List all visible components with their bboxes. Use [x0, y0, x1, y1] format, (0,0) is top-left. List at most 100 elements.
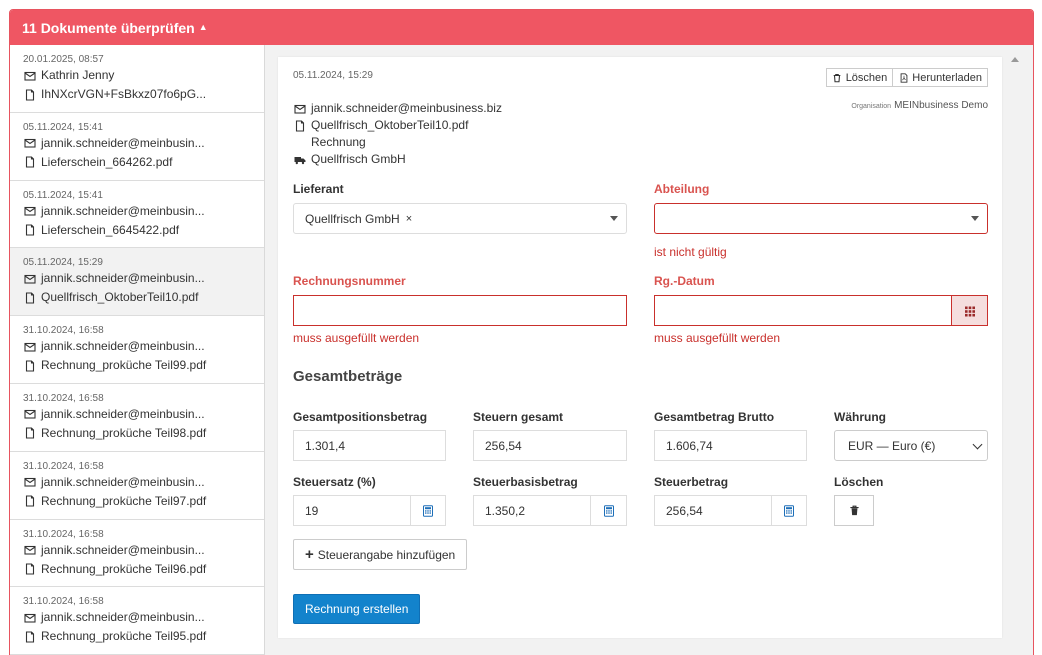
document-sender: jannik.schneider@meinbusin...: [23, 608, 263, 627]
document-date: 31.10.2024, 16:58: [23, 460, 104, 472]
document-detail-card: 05.11.2024, 15:29 Löschen Herunterladen …: [278, 57, 1002, 638]
document-date: 31.10.2024, 16:58: [23, 325, 104, 337]
scroll-up-icon[interactable]: [1011, 57, 1019, 62]
organisation-name: MEINbusiness Demo: [894, 100, 988, 111]
document-date: 05.11.2024, 15:29: [23, 257, 103, 269]
supplier-value: Quellfrisch GmbH: [305, 211, 400, 226]
tax-rate-input[interactable]: 19: [293, 495, 411, 526]
clear-supplier-icon[interactable]: ×: [406, 213, 412, 225]
truck-icon: [293, 153, 307, 167]
tax-total-label: Steuern gesamt: [473, 410, 564, 424]
invoice-date-label: Rg.-Datum: [654, 274, 715, 288]
invoice-date-input[interactable]: [654, 295, 952, 326]
invoice-number-label: Rechnungsnummer: [293, 274, 406, 288]
envelope-icon: [23, 407, 37, 421]
supplier-label: Lieferant: [293, 182, 344, 196]
document-file: Lieferschein_6645422.pdf: [23, 221, 263, 240]
invoice-number-error: muss ausgefüllt werden: [293, 331, 420, 345]
document-file-text: Lieferschein_664262.pdf: [41, 154, 173, 169]
delete-tax-button[interactable]: [834, 495, 874, 526]
envelope-icon: [293, 102, 307, 116]
document-list-item[interactable]: 05.11.2024, 15:41 jannik.schneider@meinbu…: [10, 180, 264, 249]
envelope-icon: [23, 611, 37, 625]
document-sender-text: jannik.schneider@meinbusin...: [41, 474, 205, 489]
document-meta: jannik.schneider@meinbusiness.biz Quellf…: [293, 100, 502, 168]
supplier-select[interactable]: Quellfrisch GmbH ×: [293, 203, 627, 234]
add-tax-button[interactable]: + Steuerangabe hinzufügen: [293, 539, 468, 570]
review-panel: 11 Dokumente überprüfen ▲ 20.01.2025, 08…: [9, 9, 1034, 655]
gross-total-input[interactable]: 1.606,74: [654, 430, 807, 461]
invoice-number-input[interactable]: [293, 295, 627, 326]
document-file-text: IhNXcrVGN+FsBkxz07fo6pG...: [41, 87, 207, 101]
meta-doc-type: Rechnung: [311, 135, 366, 149]
document-file: Rechnung_proküche Teil98.pdf: [23, 424, 263, 443]
document-file: Lieferschein_664262.pdf: [23, 153, 263, 172]
calendar-grid-icon: [964, 306, 975, 316]
dropdown-arrow-icon: [971, 216, 979, 221]
document-file-text: Lieferschein_6645422.pdf: [41, 222, 180, 237]
position-total-input[interactable]: 1.301,4: [293, 430, 446, 461]
panel-title: 11 Dokumente überprüfen: [22, 19, 195, 36]
document-list-item[interactable]: 05.11.2024, 15:29 jannik.schneider@meinbu…: [10, 248, 264, 317]
detail-scrollbar[interactable]: [1007, 57, 1023, 655]
dropdown-arrow-icon: [610, 216, 618, 221]
document-date: 31.10.2024, 16:58: [23, 528, 104, 540]
document-file: Rechnung_proküche Teil97.pdf: [23, 492, 263, 511]
document-list-item[interactable]: 05.11.2024, 15:41 jannik.schneider@meinbu…: [10, 112, 264, 181]
tax-total-input[interactable]: 256,54: [473, 430, 627, 461]
download-button[interactable]: Herunterladen: [893, 68, 988, 87]
document-sender-text: jannik.schneider@meinbusin...: [41, 135, 205, 150]
calculator-icon: [603, 504, 614, 517]
chevron-down-icon: [972, 439, 983, 450]
trash-icon: [849, 505, 859, 516]
department-label: Abteilung: [654, 182, 710, 196]
document-list-item[interactable]: 31.10.2024, 16:58 jannik.schneider@meinbu…: [10, 383, 264, 452]
document-list-item[interactable]: 20.01.2025, 08:57 Kathrin Jenny IhNXcrVGN+…: [10, 45, 264, 113]
detail-actions: Löschen Herunterladen: [825, 68, 988, 87]
file-icon: [23, 426, 37, 440]
detail-date: 05.11.2024, 15:29: [293, 70, 373, 81]
document-file-text: Rechnung_proküche Teil99.pdf: [41, 358, 207, 373]
currency-select[interactable]: EUR — Euro (€): [834, 430, 988, 461]
file-icon: [23, 223, 37, 237]
calculator-icon: [784, 504, 794, 517]
document-sender: jannik.schneider@meinbusin...: [23, 269, 263, 288]
document-list-item[interactable]: 31.10.2024, 16:58 jannik.schneider@meinbu…: [10, 316, 264, 384]
caret-up-icon: ▲: [198, 21, 208, 32]
department-select[interactable]: [654, 203, 988, 234]
delete-document-button[interactable]: Löschen: [825, 68, 894, 87]
organisation-info: Organisation MEINbusiness Demo: [851, 100, 988, 111]
meta-email: jannik.schneider@meinbusiness.biz: [293, 100, 502, 117]
document-file-text: Rechnung_proküche Teil96.pdf: [41, 561, 207, 576]
document-sender-text: jannik.schneider@meinbusin...: [41, 610, 205, 625]
envelope-icon: [23, 272, 37, 286]
file-icon: [23, 562, 37, 576]
calendar-button[interactable]: [951, 295, 988, 326]
document-date: 05.11.2024, 15:41: [23, 189, 103, 201]
position-total-label: Gesamtpositionsbetrag: [293, 410, 428, 424]
create-invoice-button[interactable]: Rechnung erstellen: [293, 594, 421, 624]
document-sender-text: jannik.schneider@meinbusin...: [41, 542, 205, 557]
document-list-item[interactable]: 31.10.2024, 16:58 jannik.schneider@meinbu…: [10, 451, 264, 520]
envelope-icon: [23, 204, 37, 218]
panel-header[interactable]: 11 Dokumente überprüfen ▲: [10, 10, 1033, 45]
file-icon: [23, 494, 37, 508]
tax-amount-calculator-button[interactable]: [771, 495, 807, 526]
document-sender: jannik.schneider@meinbusin...: [23, 337, 263, 356]
gross-total-label: Gesamtbetrag Brutto: [654, 410, 775, 424]
department-error: ist nicht gültig: [654, 245, 727, 259]
tax-base-input[interactable]: 1.350,2: [473, 495, 591, 526]
document-list-item[interactable]: 31.10.2024, 16:58 jannik.schneider@meinbu…: [10, 519, 264, 588]
document-list-item[interactable]: 31.10.2024, 16:58 jannik.schneider@meinbu…: [10, 587, 264, 655]
envelope-icon: [23, 340, 37, 354]
tax-amount-input[interactable]: 256,54: [654, 495, 772, 526]
add-tax-label: Steuerangabe hinzufügen: [317, 547, 456, 562]
document-sender: jannik.schneider@meinbusin...: [23, 134, 263, 153]
document-file-text: Rechnung_proküche Teil95.pdf: [41, 629, 207, 644]
document-date: 31.10.2024, 16:58: [23, 596, 104, 608]
tax-rate-calculator-button[interactable]: [410, 495, 446, 526]
meta-supplier: Quellfrisch GmbH: [293, 151, 502, 168]
file-icon: [23, 88, 37, 102]
document-sender: jannik.schneider@meinbusin...: [23, 405, 263, 424]
tax-base-calculator-button[interactable]: [590, 495, 627, 526]
